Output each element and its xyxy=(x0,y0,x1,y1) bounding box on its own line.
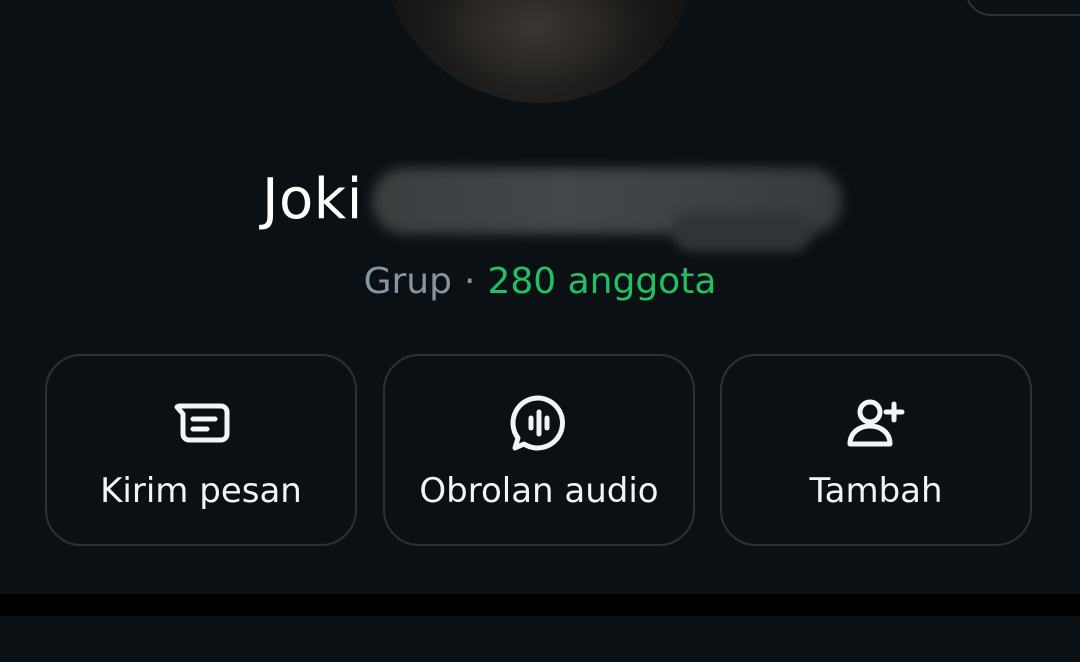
send-message-label: Kirim pesan xyxy=(100,471,302,511)
audio-chat-button[interactable]: Obrolan audio xyxy=(383,354,695,546)
group-subtitle: Grup · 280 anggota xyxy=(0,254,1080,310)
add-person-icon xyxy=(847,399,905,447)
section-divider xyxy=(0,594,1080,616)
group-name-row: Joki xyxy=(262,162,862,252)
audio-chat-label: Obrolan audio xyxy=(419,471,659,511)
group-avatar[interactable] xyxy=(381,0,699,103)
avatar-image-shade xyxy=(421,0,651,85)
subtitle-separator: · xyxy=(463,261,476,302)
action-buttons: Kirim pesan Obrolan audio Tambah xyxy=(45,354,1035,550)
add-member-button[interactable]: Tambah xyxy=(720,354,1032,546)
add-member-label: Tambah xyxy=(809,471,943,511)
audio-chat-icon xyxy=(510,395,565,451)
member-count-link[interactable]: 280 anggota xyxy=(487,261,716,302)
send-message-button[interactable]: Kirim pesan xyxy=(45,354,357,546)
top-pill-button[interactable] xyxy=(965,0,1080,16)
group-name: Joki xyxy=(262,167,363,232)
message-icon xyxy=(174,403,230,443)
redacted-name-blur-tail xyxy=(672,212,812,252)
group-kind: Grup xyxy=(363,261,452,302)
next-section-panel xyxy=(0,616,1080,662)
